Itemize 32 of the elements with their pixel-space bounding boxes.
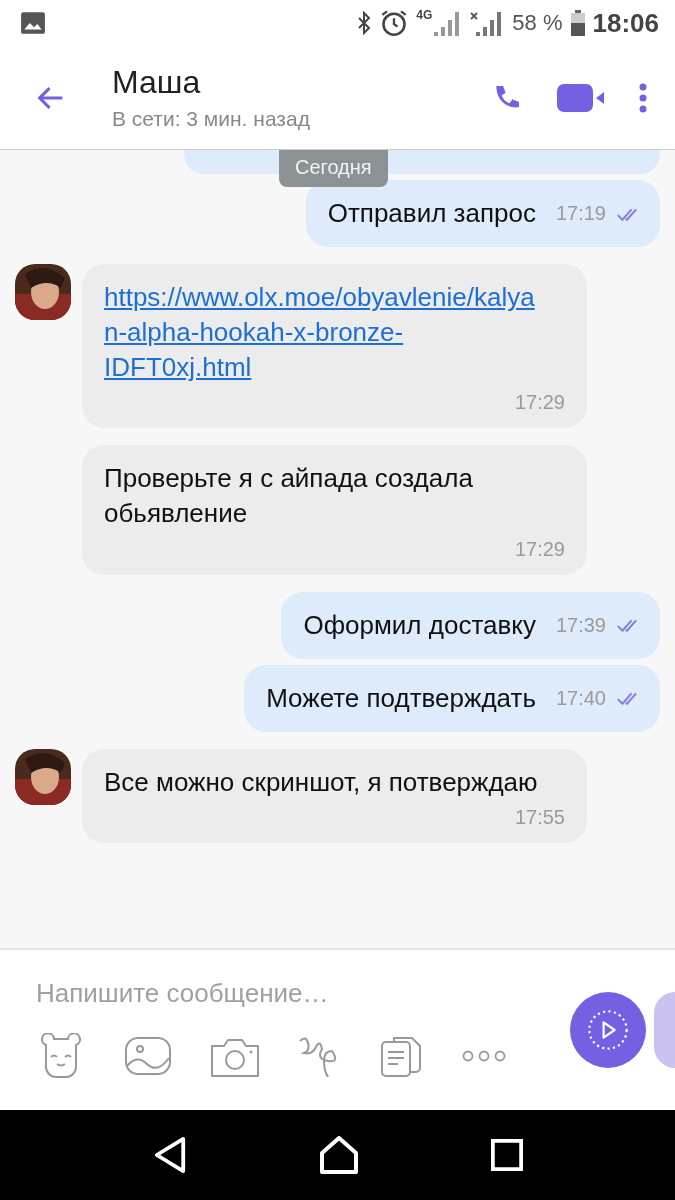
message-text: Все можно скриншот, я потверждаю	[104, 765, 539, 799]
gallery-icon	[20, 10, 46, 36]
play-icon	[586, 1008, 630, 1052]
recents-button[interactable]	[490, 1139, 523, 1171]
contact-name: Маша	[112, 64, 202, 101]
last-seen-status: В сети: 3 мин. назад	[112, 107, 311, 131]
date-chip: Сегодня	[279, 150, 388, 187]
message-time: 17:19	[555, 202, 606, 226]
clock: 18:06	[592, 7, 659, 39]
files-button[interactable]	[380, 1034, 424, 1078]
message-input[interactable]: Напишите сообщение…	[36, 978, 536, 1009]
bluetooth-icon	[356, 11, 373, 35]
battery-icon	[570, 10, 585, 36]
message-text: Можете подтверждать	[266, 681, 536, 715]
message-link[interactable]: https://www.olx.moe/obyavlenie/kalyan-alpha-hookah-x-bronze-IDFT0xj.html	[104, 280, 544, 386]
network-label: 4G	[416, 8, 433, 22]
back-nav-button[interactable]	[152, 1136, 187, 1174]
message-time: 17:40	[555, 686, 606, 710]
read-ticks-icon	[614, 690, 640, 707]
alarm-icon	[380, 9, 409, 37]
home-button[interactable]	[318, 1136, 359, 1174]
message-time: 17:29	[514, 537, 565, 561]
battery-label: 58 %	[512, 10, 563, 36]
message-time: 17:29	[514, 391, 565, 415]
gallery-button[interactable]	[124, 1036, 172, 1076]
message-time: 17:39	[555, 613, 606, 637]
message-text: Проверьте я с айпада создала обьявление	[104, 462, 474, 531]
message-time: 17:55	[514, 805, 565, 829]
more-options-button[interactable]	[462, 1050, 506, 1062]
message-text: Отправил запрос	[327, 197, 536, 230]
message-text: Оформил доставку	[303, 608, 536, 642]
read-ticks-icon	[614, 617, 640, 634]
